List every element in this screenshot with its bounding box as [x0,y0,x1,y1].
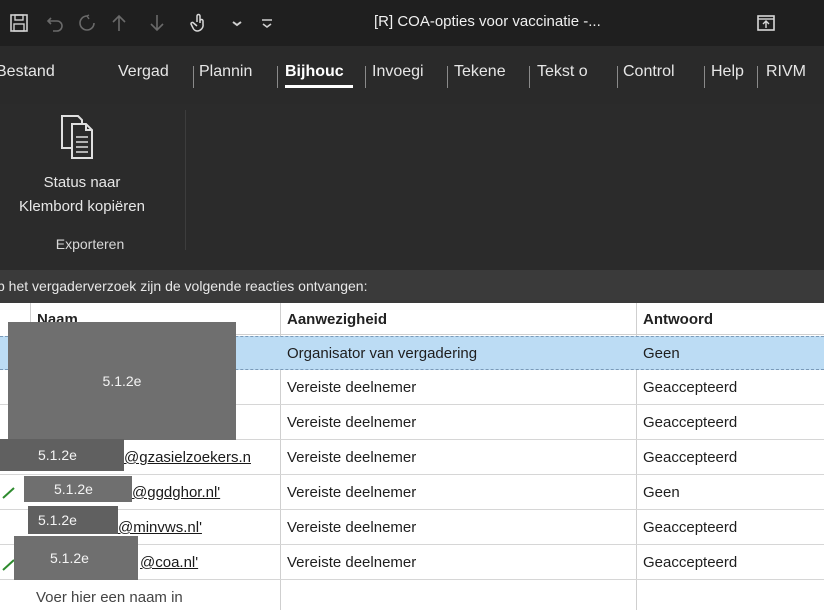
attendance-cell: Vereiste deelnemer [287,379,417,396]
tab-separator [529,66,530,88]
ribbon-group-label: Exporteren [55,236,125,252]
chevron-down-icon[interactable] [226,12,248,34]
response-cell: Geaccepteerd [643,449,738,466]
header-antwoord[interactable]: Antwoord [637,303,824,335]
clipboard-copy-icon [61,115,93,159]
button-label-line2: Klembord kopiëren [19,198,145,215]
attendance-cell: Vereiste deelnemer [287,449,417,466]
tab-bestand[interactable]: Bestand [0,60,86,88]
attendance-cell: Vereiste deelnemer [287,414,417,431]
down-icon[interactable] [146,12,168,34]
attendance-cell: Vereiste deelnemer [287,484,417,501]
tracking-table: Naam Aanwezigheid Antwoord Organisator v… [0,303,824,610]
tab-separator [617,66,618,88]
tab-tekst-opmaak[interactable]: Tekst o [537,60,617,88]
header-aanwezigheid[interactable]: Aanwezigheid [281,303,636,335]
response-cell: Geaccepteerd [643,519,738,536]
tab-separator [277,66,278,88]
tab-separator [193,66,194,88]
save-icon[interactable] [8,12,30,34]
name-cell[interactable]: @gzasielzoekers.n [120,441,280,475]
tab-separator [704,66,705,88]
up-icon[interactable] [108,12,130,34]
ribbon-panel: Status naar Klembord kopiëren Exporteren [0,104,824,270]
attendance-cell: Vereiste deelnemer [287,554,417,571]
tab-separator [365,66,366,88]
redaction-block: 5.1.2e [0,439,124,471]
response-cell: Geaccepteerd [643,554,738,571]
tab-invoegen[interactable]: Invoegi [372,60,447,88]
tab-vergadering[interactable]: Vergad [118,60,192,88]
info-text: p het vergaderverzoek zijn de volgende r… [0,278,368,294]
tab-help[interactable]: Help [711,60,757,88]
redaction-block: 5.1.2e [28,506,118,534]
window-title: [R] COA-opties voor vaccinatie -... [374,13,601,30]
tab-separator [447,66,448,88]
tab-controleren[interactable]: Control [623,60,703,88]
redo-icon[interactable] [76,12,98,34]
redaction-block: 5.1.2e [14,536,138,580]
tab-rivm[interactable]: RIVM [766,60,824,88]
status-check-icon [2,487,15,499]
redaction-block: 5.1.2e [24,476,132,502]
response-cell: Geaccepteerd [643,414,738,431]
response-cell: Geen [643,484,680,501]
response-cell: Geen [643,345,680,362]
name-cell[interactable]: @coa.nl' [136,546,280,580]
restore-icon[interactable] [755,12,777,34]
tab-separator [757,66,758,88]
title-bar: [R] COA-opties voor vaccinatie -... [0,0,824,46]
copy-status-button[interactable]: Status naar Klembord kopiëren [0,104,180,230]
touch-icon[interactable] [188,12,210,34]
response-cell: Geaccepteerd [643,379,738,396]
tab-planning[interactable]: Plannin [199,60,271,88]
ribbon-group-separator [185,110,186,250]
button-label-line1: Status naar [43,174,121,191]
undo-icon[interactable] [44,12,66,34]
ribbon-tabs: Bestand Vergad Plannin Bijhouc Invoegi T… [0,46,824,104]
tab-bijhouden[interactable]: Bijhouc [285,60,359,88]
name-cell[interactable]: @ggdghor.nl' [128,476,280,510]
tab-tekenen[interactable]: Tekene [454,60,524,88]
attendance-cell: Organisator van vergadering [287,345,478,362]
redaction-block: 5.1.2e [8,322,236,440]
customize-icon[interactable] [256,12,278,34]
name-cell[interactable]: @minvws.nl' [118,511,280,545]
info-bar: p het vergaderverzoek zijn de volgende r… [0,270,824,303]
attendance-cell: Vereiste deelnemer [287,519,417,536]
